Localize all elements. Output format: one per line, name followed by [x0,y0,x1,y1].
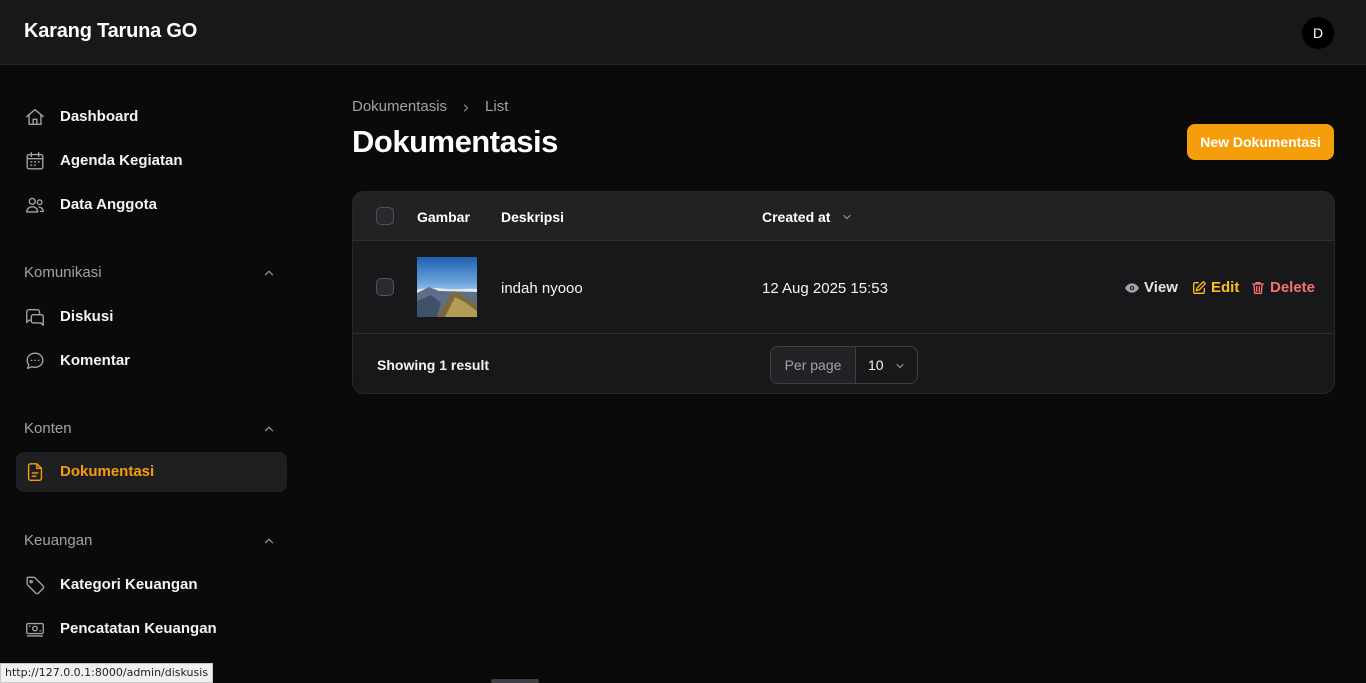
eye-icon [1124,280,1140,296]
table-footer: Showing 1 result Per page 10 [353,334,1334,393]
sidebar-item-label: Komentar [60,352,131,369]
per-page-value[interactable]: 10 [868,357,884,373]
chevron-down-icon[interactable] [894,359,906,371]
tag-icon [24,574,46,596]
sort-chevron-down-icon[interactable] [841,210,853,222]
column-header-created-at[interactable]: Created at [762,209,830,225]
row-created-at: 12 Aug 2025 15:53 [762,280,888,297]
top-bar: Karang Taruna GO D [0,0,1366,65]
breadcrumb-current: List [485,98,509,115]
chevron-up-icon[interactable] [262,534,276,548]
records-table: Gambar Deskripsi Created at indah nyooo … [352,191,1335,394]
group-konten[interactable]: Konten [24,420,276,440]
chevron-up-icon[interactable] [262,266,276,280]
document-icon [24,461,46,483]
row-deskripsi: indah nyooo [501,280,583,297]
table-header: Gambar Deskripsi Created at [353,192,1334,241]
row-image-thumbnail [417,257,477,317]
per-page-label: Per page [771,347,856,383]
chevron-right-icon [460,101,472,113]
brand-title[interactable]: Karang Taruna GO [24,20,197,43]
users-icon [24,194,46,216]
user-avatar[interactable]: D [1302,17,1334,49]
sidebar: Dashboard Agenda Kegiatan Data Anggota K… [0,65,300,683]
sidebar-item-dashboard[interactable]: Dashboard [16,97,287,137]
trash-icon [1250,280,1266,296]
edit-button[interactable]: Edit [1191,279,1239,296]
column-header-gambar: Gambar [417,209,470,225]
delete-label: Delete [1270,279,1316,296]
table-row[interactable]: indah nyooo 12 Aug 2025 15:53 View Edit … [353,241,1334,334]
sidebar-item-data-anggota[interactable]: Data Anggota [16,185,287,225]
sidebar-item-label: Data Anggota [60,196,157,213]
new-dokumentasi-button[interactable]: New Dokumentasi [1187,124,1334,160]
row-checkbox[interactable] [376,278,394,296]
delete-button[interactable]: Delete [1250,279,1315,296]
sidebar-item-label: Dokumentasi [60,463,155,480]
page-title: Dokumentasis [352,124,558,159]
sidebar-item-label: Kategori Keuangan [60,576,198,593]
sidebar-item-dokumentasi[interactable]: Dokumentasi [16,452,287,492]
view-label: View [1144,279,1178,296]
sidebar-item-komentar[interactable]: Komentar [16,341,287,381]
breadcrumb: Dokumentasis List [352,98,508,115]
edit-label: Edit [1211,279,1240,296]
sidebar-item-agenda-kegiatan[interactable]: Agenda Kegiatan [16,141,287,181]
group-keuangan[interactable]: Keuangan [24,532,276,552]
breadcrumb-parent-link[interactable]: Dokumentasis [352,98,447,115]
column-header-deskripsi: Deskripsi [501,209,565,225]
sidebar-item-label: Dashboard [60,108,139,125]
group-komunikasi[interactable]: Komunikasi [24,264,276,284]
sidebar-item-kategori-keuangan[interactable]: Kategori Keuangan [16,565,287,605]
chat-bubbles-icon [24,306,46,328]
sidebar-item-label: Agenda Kegiatan [60,152,183,169]
select-all-checkbox[interactable] [376,207,394,225]
sidebar-item-diskusi[interactable]: Diskusi [16,297,287,337]
horizontal-scrollbar[interactable] [491,679,539,683]
group-label: Komunikasi [24,264,102,281]
banknote-icon [24,618,46,640]
pencil-square-icon [1191,280,1207,296]
browser-status-url: http://127.0.0.1:8000/admin/diskusis [0,663,214,683]
sidebar-item-pencatatan-keuangan[interactable]: Pencatatan Keuangan [16,609,287,649]
result-count: Showing 1 result [377,357,490,373]
chevron-up-icon[interactable] [262,422,276,436]
per-page-select[interactable]: Per page 10 [770,346,918,384]
home-icon [24,106,46,128]
group-label: Keuangan [24,532,93,549]
sidebar-item-label: Pencatatan Keuangan [60,620,217,637]
calendar-icon [24,150,46,172]
group-label: Konten [24,420,72,437]
sidebar-item-label: Diskusi [60,308,114,325]
view-button[interactable]: View [1124,279,1178,296]
chat-dots-icon [24,350,46,372]
